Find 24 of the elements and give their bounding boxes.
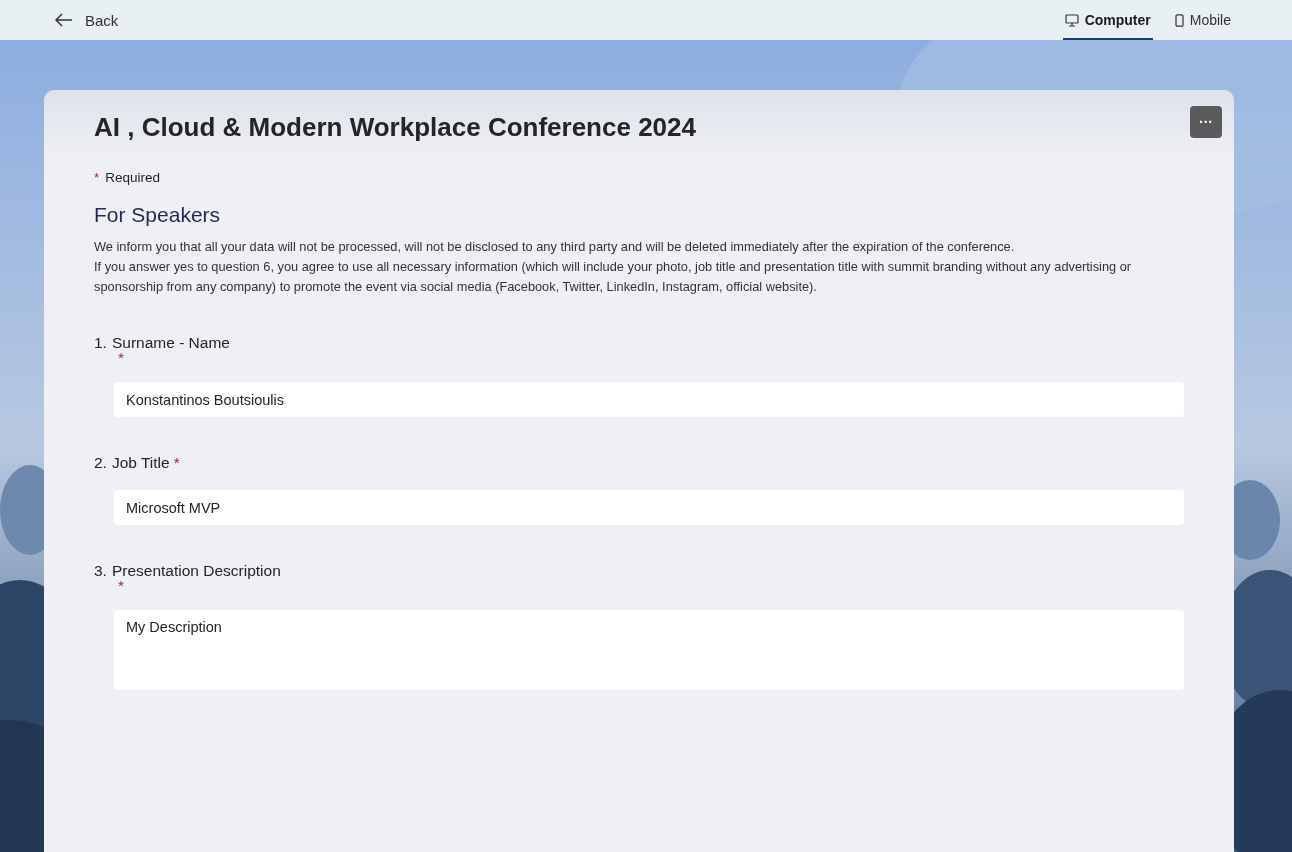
section-description: We inform you that all your data will not be processed, will not be disclosed to any third party and will be deleted immediately after the expiration of the conference. bbox=[94, 238, 1016, 256]
view-tab[interactable]: Mobile bbox=[1172, 0, 1233, 40]
required-label: Required bbox=[105, 170, 161, 185]
question-label: Surname - Name bbox=[111, 334, 230, 352]
monitor-icon bbox=[1064, 13, 1079, 27]
question-number: 1. bbox=[94, 334, 107, 352]
required-asterisk-text: * bbox=[94, 170, 100, 185]
section-title: For Speakers bbox=[94, 203, 222, 227]
answer-field[interactable]: My Description bbox=[114, 610, 1184, 690]
required-asterisk-text: * bbox=[118, 352, 125, 364]
form-title: AI , Cloud & Modern Workplace Conference 2024 bbox=[94, 111, 696, 144]
required-asterisk-text: * bbox=[173, 454, 180, 472]
more-button[interactable]: ··· bbox=[1190, 106, 1222, 138]
question-label: Job Title bbox=[111, 454, 170, 472]
required-asterisk-text: * bbox=[118, 580, 125, 592]
answer-field[interactable]: Microsoft MVP bbox=[114, 490, 1184, 525]
question-number: 2. bbox=[94, 454, 107, 472]
back-arrow-icon bbox=[55, 13, 73, 27]
section-description: If you answer yes to question 6, you agree to use all necessary information (which will include your photo, job title and presentation title with summit branding without any advertising or sponsorship from any company) to promote the event via social media (Facebook, Twitter, LinkedIn, Instagram, official website). bbox=[94, 258, 1133, 296]
back-button[interactable]: Back bbox=[55, 11, 119, 29]
question-label: Presentation Description bbox=[111, 562, 281, 580]
phone-icon bbox=[1174, 13, 1184, 27]
answer-field[interactable]: Konstantinos Boutsioulis bbox=[114, 382, 1184, 417]
question-number: 3. bbox=[94, 562, 107, 580]
